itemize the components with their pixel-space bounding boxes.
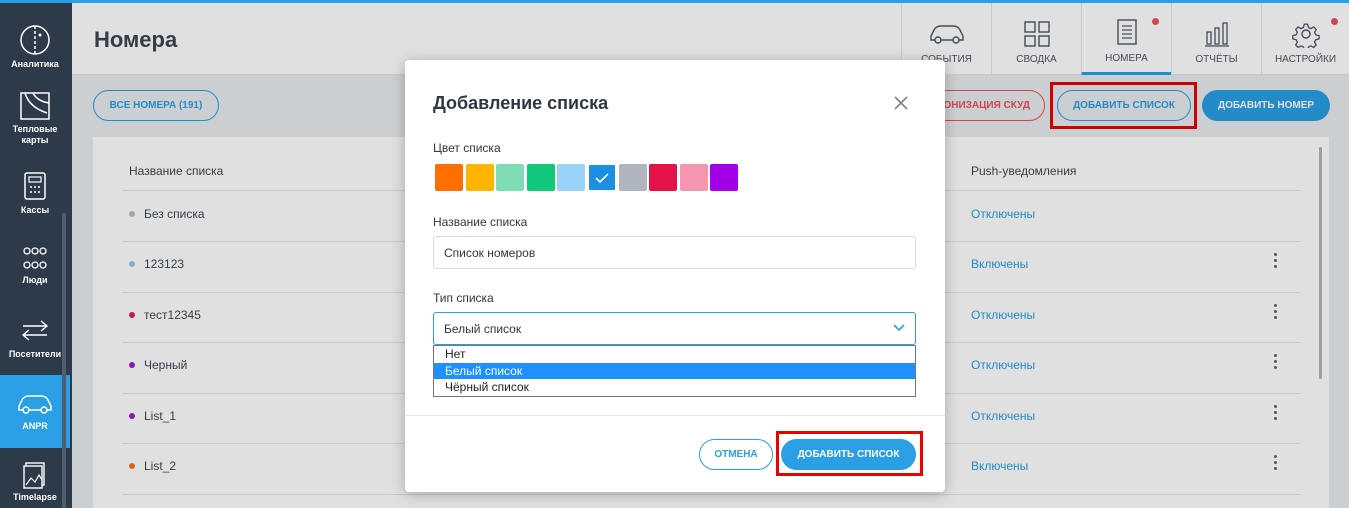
list-name-input[interactable]: Список номеров [433,236,916,269]
list-type-value: Белый список [444,322,522,336]
sidebar-item-cash[interactable]: Кассы [0,161,70,234]
cancel-button[interactable]: ОТМЕНА [699,439,773,470]
name-label: Название списка [433,215,528,229]
sidebar-scrollbar[interactable] [62,213,66,508]
modal-title: Добавление списка [433,93,609,113]
highlight-frame [776,431,923,476]
color-swatch-pink[interactable] [680,164,708,191]
color-swatch-light-blue[interactable] [557,164,585,191]
color-swatch-red[interactable] [649,164,677,191]
close-icon[interactable] [893,95,909,111]
car-icon [18,395,52,414]
sidebar-item-timelapse[interactable]: Timelapse [0,451,70,508]
sidebar-item-label: Аналитика [11,59,59,69]
sidebar: Аналитика Тепловые карты Кассы Люди Посе… [0,3,72,508]
sidebar-item-label: Кассы [20,205,50,215]
chevron-down-icon [893,324,905,332]
modal-footer-divider [405,415,945,416]
sidebar-item-label: ANPR [22,421,48,431]
type-label: Тип списка [433,291,494,305]
color-swatch-blue[interactable] [588,164,616,191]
dropdown-option[interactable]: Белый список [434,362,915,379]
sidebar-item-label: Посетители [8,349,62,359]
timelapse-icon [23,462,45,489]
check-icon [595,173,609,184]
sidebar-item-label: Люди [22,275,48,285]
people-icon [23,247,47,269]
dropdown-option[interactable]: Нет [434,346,915,363]
sidebar-item-analytics[interactable]: Аналитика [0,3,70,76]
heatmap-icon [20,92,50,120]
dropdown-option[interactable]: Чёрный список [434,379,915,396]
cash-register-icon [24,172,46,200]
analytics-icon [20,25,50,55]
color-swatch-purple[interactable] [710,164,738,191]
list-type-select[interactable]: Белый список [433,312,916,345]
visitors-icon [21,320,49,341]
sidebar-item-anpr[interactable]: ANPR [0,375,70,448]
sidebar-item-heatmaps[interactable]: Тепловые карты [0,76,70,149]
sidebar-item-visitors[interactable]: Посетители [0,307,70,380]
color-swatch-green[interactable] [527,164,555,191]
color-swatch-mint[interactable] [496,164,524,191]
sidebar-item-label: Тепловые карты [12,124,58,145]
list-type-dropdown: Нет Белый список Чёрный список [433,345,916,397]
sidebar-item-label: Timelapse [13,492,57,502]
top-accent-bar [0,0,1349,3]
color-swatch-grey[interactable] [619,164,647,191]
sidebar-item-people[interactable]: Люди [0,234,70,307]
add-list-modal: Добавление списка Цвет списка Название с… [405,60,945,492]
color-swatch-yellow[interactable] [466,164,494,191]
color-label: Цвет списка [433,141,501,155]
color-swatch-orange[interactable] [435,164,463,191]
